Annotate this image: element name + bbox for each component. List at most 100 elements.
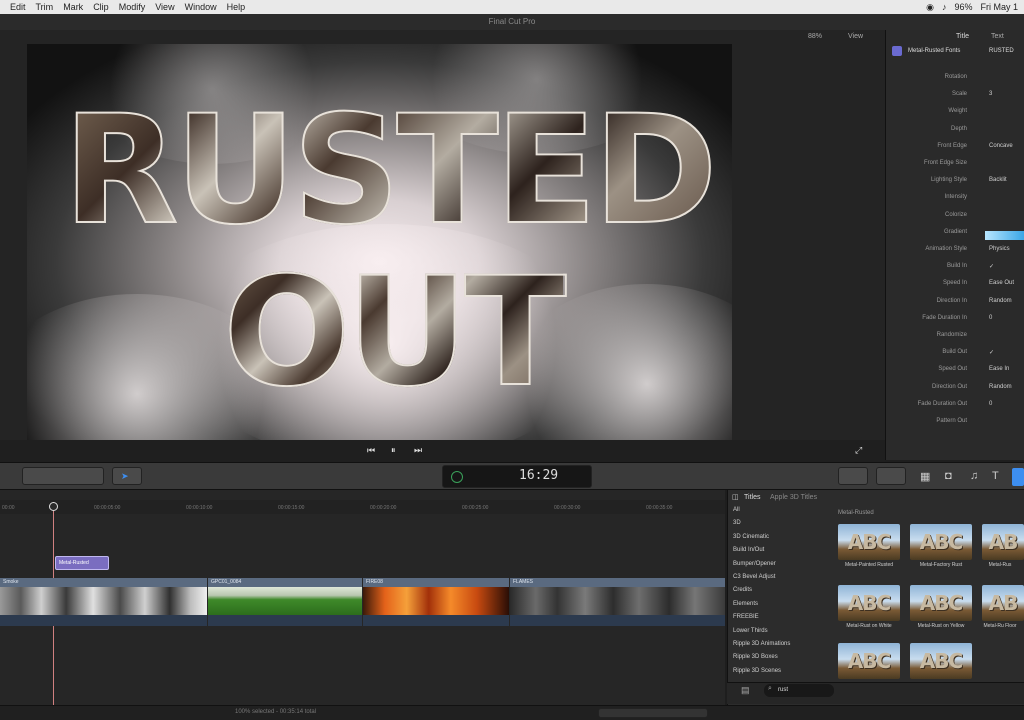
inspector-row-value[interactable]: ✓ xyxy=(989,349,994,356)
generators-button[interactable] xyxy=(1012,468,1024,486)
inspector-row-value[interactable]: Random xyxy=(989,384,1012,390)
volume-icon[interactable]: ♪ xyxy=(942,2,947,12)
clip-thumbnails xyxy=(510,587,725,615)
inspector-row[interactable]: Scale 3 xyxy=(886,91,1024,107)
inspector-row[interactable]: Build Out ✓ xyxy=(886,349,1024,365)
inspector-row-value[interactable]: ✓ xyxy=(989,263,994,270)
menu-edit[interactable]: Edit xyxy=(10,2,26,12)
title-thumbnail[interactable]: ABC xyxy=(838,585,900,621)
browser-section-title: Metal-Rusted xyxy=(838,510,874,516)
title-thumbnail[interactable]: ABC xyxy=(910,643,972,679)
inspector-row-value[interactable]: 0 xyxy=(989,315,992,321)
title-thumbnail[interactable]: ABC xyxy=(838,643,900,679)
gradient-swatch[interactable] xyxy=(985,231,1024,240)
select-tool-button[interactable]: ➤ xyxy=(112,467,142,485)
menu-help[interactable]: Help xyxy=(227,2,246,12)
zoom-slider[interactable] xyxy=(598,708,708,718)
next-frame-icon[interactable]: ⏭ xyxy=(414,445,422,456)
inspector-row[interactable]: Pattern Out xyxy=(886,418,1024,434)
menu-clip[interactable]: Clip xyxy=(93,2,109,12)
category-item[interactable]: Lower Thirds xyxy=(733,628,768,634)
title-text-line2[interactable]: OUT xyxy=(222,247,568,419)
inspector-row[interactable]: Weight xyxy=(886,108,1024,124)
inspector-row[interactable]: Fade Duration Out 0 xyxy=(886,401,1024,417)
category-item[interactable]: Elements xyxy=(733,601,758,607)
menu-modify[interactable]: Modify xyxy=(119,2,146,12)
inspector-row-value[interactable]: Ease Out xyxy=(989,280,1014,286)
effects-menu-button[interactable] xyxy=(838,467,868,485)
inspector-row-value[interactable]: Random xyxy=(989,298,1012,304)
inspector-row-value[interactable]: Ease In xyxy=(989,366,1009,372)
inspector-row[interactable]: Intensity xyxy=(886,194,1024,210)
camera-icon[interactable]: ◘ xyxy=(945,470,952,482)
title-clip[interactable]: Metal-Rusted xyxy=(55,556,109,570)
inspector-row[interactable]: Depth xyxy=(886,126,1024,142)
view-menu[interactable]: View xyxy=(848,33,863,40)
menu-window[interactable]: Window xyxy=(185,2,217,12)
timecode-display[interactable]: 16:29 xyxy=(442,465,592,488)
inspector-row[interactable]: Fade Duration In 0 xyxy=(886,315,1024,331)
inspector-row-value[interactable]: Concave xyxy=(989,143,1013,149)
category-item[interactable]: Build In/Out xyxy=(733,547,764,553)
title-thumbnail[interactable]: ABC xyxy=(838,524,900,560)
category-item[interactable]: 3D Cinematic xyxy=(733,534,769,540)
category-item[interactable]: 3D xyxy=(733,520,741,526)
category-item[interactable]: FREEBIE xyxy=(733,614,759,620)
pause-icon[interactable]: ⏸ xyxy=(391,445,396,456)
title-thumbnail[interactable]: ABC xyxy=(910,524,972,560)
video-clip-flames[interactable]: FLAMES xyxy=(510,578,725,626)
inspector-row[interactable]: Speed In Ease Out xyxy=(886,280,1024,296)
category-item[interactable]: Bumper/Opener xyxy=(733,561,776,567)
inspector-row[interactable]: Direction In Random xyxy=(886,298,1024,314)
inspector-row[interactable]: Animation Style Physics xyxy=(886,246,1024,262)
title-thumbnail-label: Metal-Factory Rust xyxy=(919,562,963,568)
battery-label[interactable]: 96% xyxy=(954,2,972,12)
video-clip-smoke[interactable]: Smoke xyxy=(0,578,207,626)
titles-icon[interactable]: T xyxy=(992,470,999,482)
inspector-row[interactable]: Front Edge Concave xyxy=(886,143,1024,159)
category-item[interactable]: Credits xyxy=(733,587,752,593)
menu-mark[interactable]: Mark xyxy=(63,2,83,12)
inspector-row[interactable]: Lighting Style Backlit xyxy=(886,177,1024,193)
title-text-line1[interactable]: RUSTED xyxy=(62,85,719,257)
inspector-row[interactable]: Build In ✓ xyxy=(886,263,1024,279)
playhead-handle[interactable] xyxy=(49,502,58,511)
browser-toggle-icon[interactable]: ◫ xyxy=(732,493,739,501)
video-clip-grass[interactable]: GPC01_0084 xyxy=(208,578,362,626)
title-thumbnail[interactable]: AB xyxy=(982,585,1024,621)
inspector-row[interactable]: Speed Out Ease In xyxy=(886,366,1024,382)
search-field[interactable]: ⌕ rust xyxy=(764,684,834,697)
sidebar-toggle-icon[interactable]: ▤ xyxy=(741,685,750,696)
music-icon[interactable]: ♫ xyxy=(970,470,978,482)
title-thumbnail[interactable]: ABC xyxy=(910,585,972,621)
zoom-menu[interactable]: 88% xyxy=(808,33,822,40)
inspector-tab-text[interactable]: Text xyxy=(991,33,1004,40)
inspector-row-value[interactable]: 3 xyxy=(989,91,992,97)
inspector-row-value[interactable]: Backlit xyxy=(989,177,1007,183)
category-item[interactable]: Ripple 3D Scenes xyxy=(733,668,781,674)
fullscreen-icon[interactable]: ⤢ xyxy=(855,445,862,456)
inspector-row-label: Build Out xyxy=(942,349,967,356)
inspector-row[interactable]: Colorize xyxy=(886,212,1024,228)
category-item[interactable]: Ripple 3D Animations xyxy=(733,641,790,647)
inspector-row-value[interactable]: Physics xyxy=(989,246,1010,252)
inspector-row[interactable]: Front Edge Size xyxy=(886,160,1024,176)
edit-tools-group[interactable] xyxy=(22,467,104,485)
clock-label[interactable]: Fri May 1 xyxy=(980,2,1018,12)
category-item[interactable]: All xyxy=(733,507,740,513)
category-item[interactable]: C3 Bevel Adjust xyxy=(733,574,775,580)
menu-trim[interactable]: Trim xyxy=(36,2,54,12)
wifi-icon[interactable]: ◉ xyxy=(926,2,934,13)
inspector-row[interactable]: Randomize xyxy=(886,332,1024,348)
previous-frame-icon[interactable]: ⏮ xyxy=(367,445,375,456)
media-browser-icon[interactable]: ▦ xyxy=(920,470,930,483)
title-thumbnail[interactable]: AB xyxy=(982,524,1024,560)
inspector-row[interactable]: Direction Out Random xyxy=(886,384,1024,400)
inspector-row[interactable]: Rotation xyxy=(886,74,1024,90)
inspector-tab-title[interactable]: Title xyxy=(956,33,969,40)
category-item[interactable]: Ripple 3D Boxes xyxy=(733,654,778,660)
menu-view[interactable]: View xyxy=(155,2,174,12)
playback-options-button[interactable] xyxy=(876,467,906,485)
inspector-row-value[interactable]: 0 xyxy=(989,401,992,407)
video-clip-fire[interactable]: FIRE08 xyxy=(363,578,509,626)
